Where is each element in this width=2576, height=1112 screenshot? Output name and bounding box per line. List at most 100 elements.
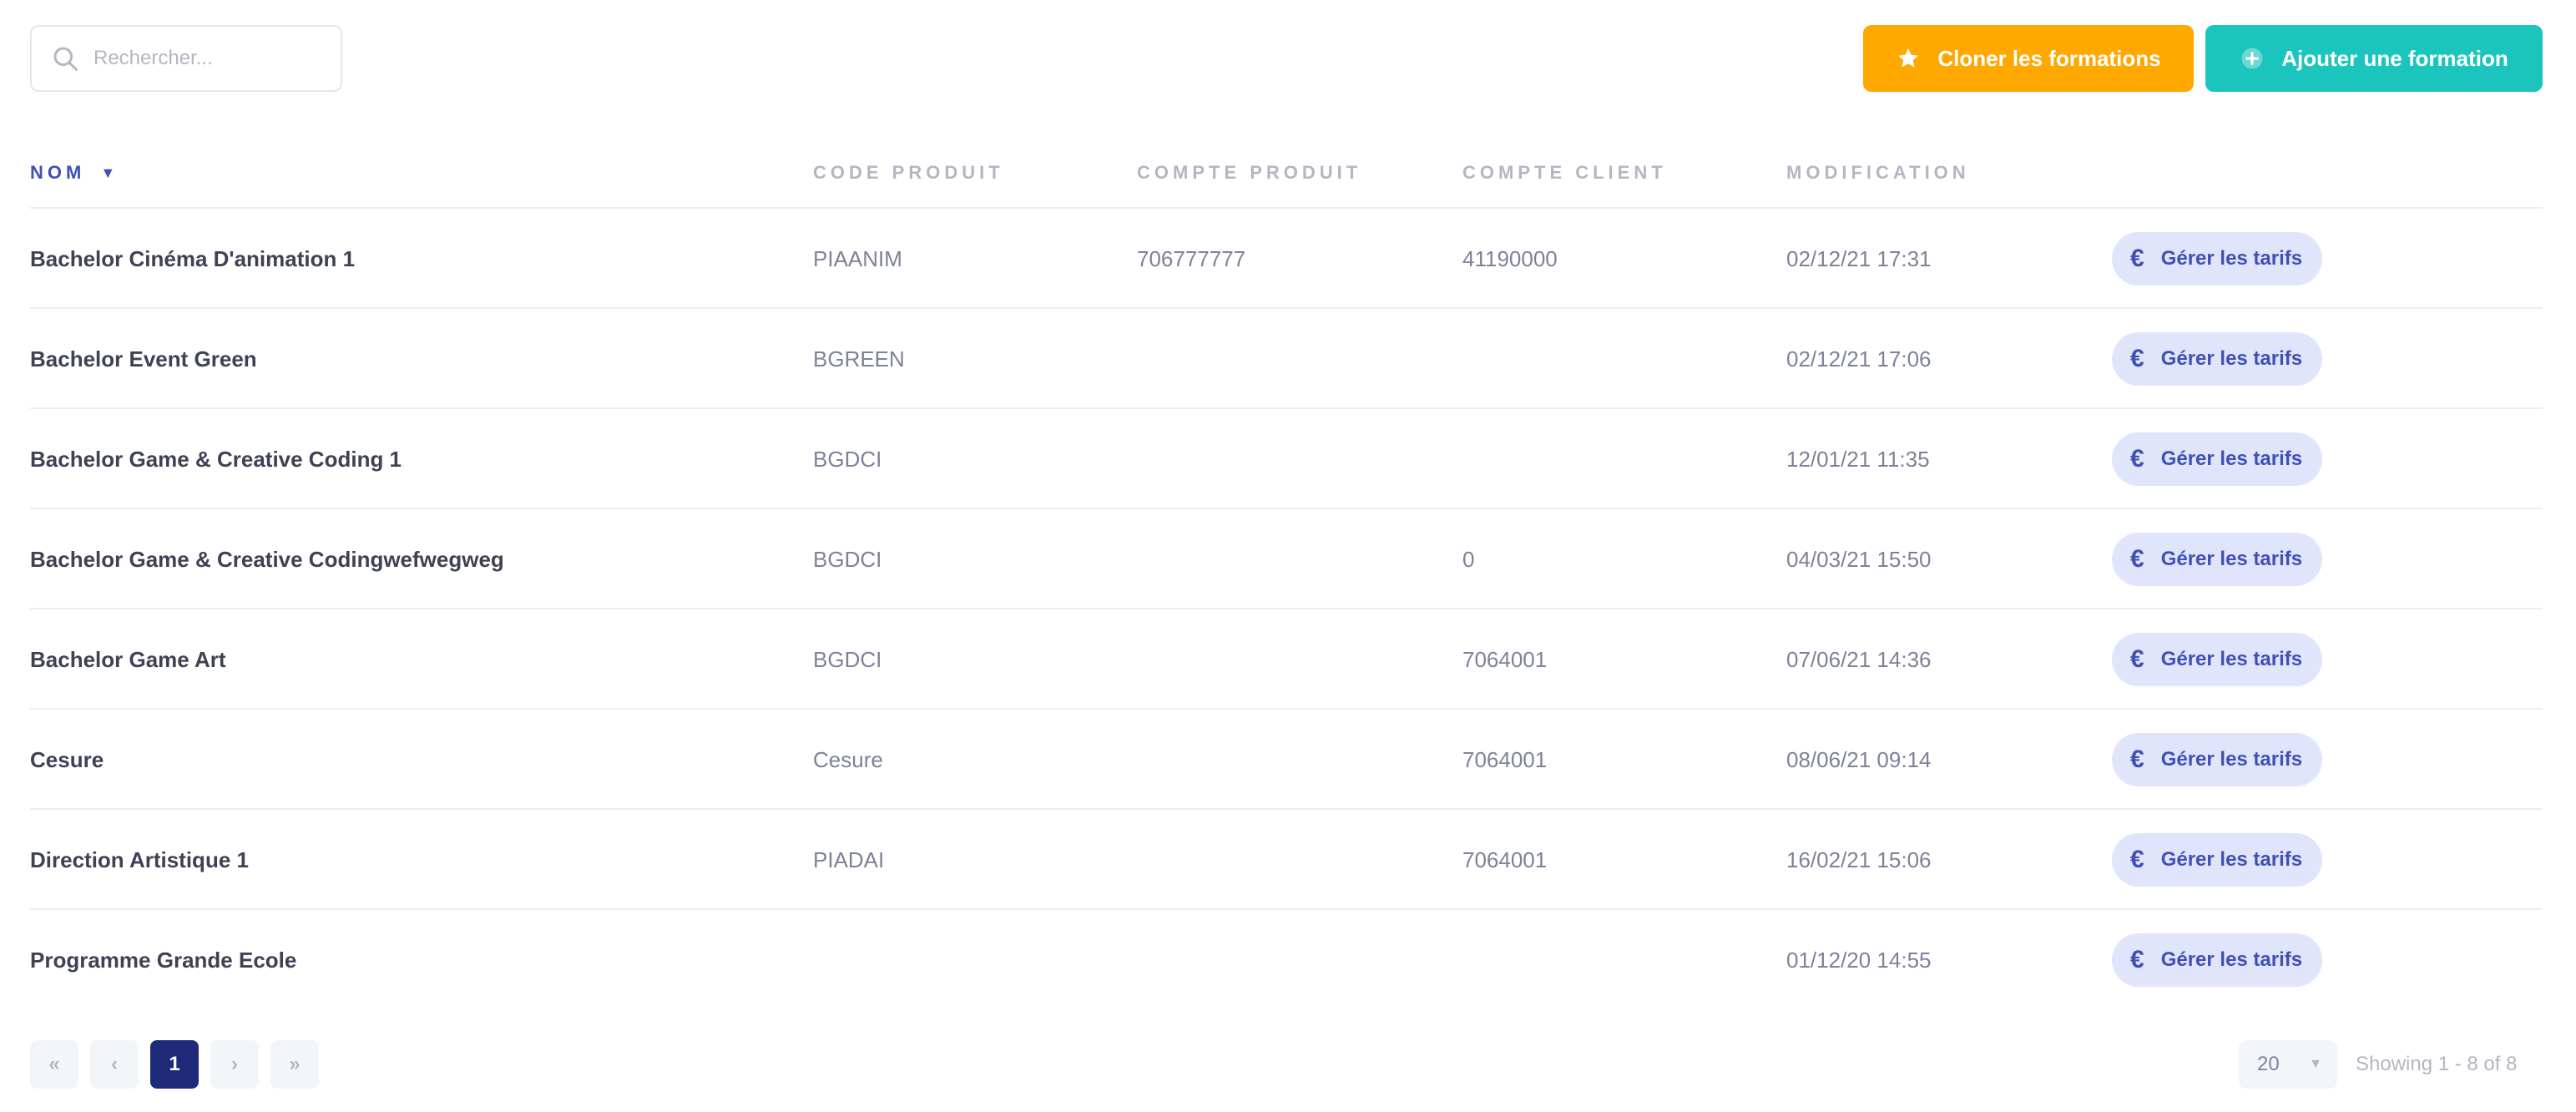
pagination: « ‹ 1 › »	[30, 1040, 319, 1089]
clone-formations-button[interactable]: Cloner les formations	[1863, 25, 2194, 92]
table-row: Bachelor Event Green BGREEN 02/12/21 17:…	[30, 309, 2543, 409]
clone-formations-label: Cloner les formations	[1937, 45, 2161, 71]
table-header: NOM ▼ CODE PRODUIT COMPTE PRODUIT COMPTE…	[30, 142, 2543, 209]
cell-actions: € Gérer les tarifs	[2112, 810, 2323, 910]
table-row: Bachelor Cinéma D'animation 1 PIAANIM 70…	[30, 209, 2543, 309]
euro-icon: €	[2130, 545, 2144, 573]
next-page-button[interactable]: ›	[210, 1040, 259, 1089]
first-page-button[interactable]: «	[30, 1040, 78, 1089]
euro-icon: €	[2130, 746, 2144, 773]
euro-icon: €	[2130, 245, 2144, 272]
cell-actions: € Gérer les tarifs	[2112, 710, 2323, 810]
table-row: Bachelor Game & Creative Codingwefwegweg…	[30, 509, 2543, 609]
column-header-compte-client[interactable]: COMPTE CLIENT	[1462, 162, 1667, 184]
cell-nom: Cesure	[30, 746, 104, 772]
cell-code-produit: Cesure	[813, 746, 883, 772]
cell-modification: 16/02/21 15:06	[1786, 847, 1932, 872]
manage-tariffs-button[interactable]: € Gérer les tarifs	[2112, 533, 2323, 586]
cell-modification: 02/12/21 17:31	[1786, 245, 1932, 271]
column-label: COMPTE PRODUIT	[1137, 162, 1362, 183]
column-header-compte-produit[interactable]: COMPTE PRODUIT	[1137, 162, 1361, 184]
per-page-value: 20	[2257, 1053, 2280, 1075]
cell-nom: Bachelor Game & Creative Coding 1	[30, 446, 402, 472]
cell-actions: € Gérer les tarifs	[2112, 309, 2323, 409]
manage-tariffs-button[interactable]: € Gérer les tarifs	[2112, 633, 2323, 686]
table-row: Direction Artistique 1 PIADAI 7064001 16…	[30, 810, 2543, 910]
page-button-current[interactable]: 1	[150, 1040, 199, 1089]
cell-modification: 07/06/21 14:36	[1786, 646, 1932, 672]
cell-nom: Direction Artistique 1	[30, 847, 249, 872]
cell-modification: 02/12/21 17:06	[1786, 346, 1932, 372]
formations-page: Cloner les formations Ajouter une format…	[0, 0, 2576, 1112]
cell-modification: 01/12/20 14:55	[1786, 947, 1932, 973]
euro-icon: €	[2130, 846, 2144, 873]
cell-modification: 08/06/21 09:14	[1786, 746, 1932, 772]
cell-code-produit: PIAANIM	[813, 245, 902, 271]
manage-tariffs-label: Gérer les tarifs	[2160, 748, 2303, 771]
previous-page-button[interactable]: ‹	[90, 1040, 139, 1089]
cell-actions: € Gérer les tarifs	[2112, 609, 2323, 710]
euro-icon: €	[2130, 645, 2144, 673]
search-icon	[53, 47, 78, 71]
manage-tariffs-button[interactable]: € Gérer les tarifs	[2112, 733, 2323, 786]
column-label: COMPTE CLIENT	[1462, 162, 1667, 183]
cell-nom: Bachelor Game & Creative Codingwefwegweg	[30, 546, 504, 572]
cell-nom: Bachelor Cinéma D'animation 1	[30, 245, 356, 271]
manage-tariffs-button[interactable]: € Gérer les tarifs	[2112, 332, 2323, 386]
column-label: NOM	[30, 162, 86, 183]
euro-icon: €	[2130, 445, 2144, 473]
euro-icon: €	[2130, 946, 2144, 973]
cell-code-produit: BGDCI	[813, 646, 882, 672]
manage-tariffs-label: Gérer les tarifs	[2160, 347, 2303, 370]
cell-actions: € Gérer les tarifs	[2112, 509, 2323, 609]
manage-tariffs-button[interactable]: € Gérer les tarifs	[2112, 933, 2323, 987]
cell-modification: 04/03/21 15:50	[1786, 546, 1932, 572]
search-input[interactable]	[93, 47, 319, 70]
formations-table: NOM ▼ CODE PRODUIT COMPTE PRODUIT COMPTE…	[30, 142, 2543, 1010]
manage-tariffs-label: Gérer les tarifs	[2160, 848, 2303, 871]
search-box[interactable]	[30, 25, 342, 92]
per-page-select[interactable]: 20 ▼	[2239, 1040, 2337, 1089]
cell-actions: € Gérer les tarifs	[2112, 910, 2323, 1010]
manage-tariffs-button[interactable]: € Gérer les tarifs	[2112, 432, 2323, 486]
table-row: Programme Grande Ecole 01/12/20 14:55 € …	[30, 910, 2543, 1010]
cell-code-produit: BGDCI	[813, 546, 882, 572]
last-page-button[interactable]: »	[270, 1040, 319, 1089]
cell-code-produit: BGDCI	[813, 446, 882, 472]
manage-tariffs-button[interactable]: € Gérer les tarifs	[2112, 833, 2323, 887]
cell-compte-client: 7064001	[1462, 646, 1548, 672]
star-icon	[1898, 48, 1919, 68]
table-row: Bachelor Game & Creative Coding 1 BGDCI …	[30, 409, 2543, 509]
cell-modification: 12/01/21 11:35	[1786, 446, 1930, 472]
pagination-summary: Showing 1 - 8 of 8	[2356, 1053, 2518, 1075]
cell-compte-produit: 706777777	[1137, 245, 1246, 271]
cell-code-produit: PIADAI	[813, 847, 885, 872]
cell-compte-client: 7064001	[1462, 847, 1548, 872]
cell-actions: € Gérer les tarifs	[2112, 409, 2323, 509]
cell-nom: Programme Grande Ecole	[30, 947, 297, 973]
column-header-nom[interactable]: NOM ▼	[30, 162, 115, 184]
plus-circle-icon	[2241, 48, 2263, 69]
cell-code-produit: BGREEN	[813, 346, 905, 372]
manage-tariffs-label: Gérer les tarifs	[2160, 447, 2303, 470]
table-body: Bachelor Cinéma D'animation 1 PIAANIM 70…	[30, 209, 2543, 1010]
cell-compte-client: 41190000	[1462, 245, 1558, 271]
manage-tariffs-button[interactable]: € Gérer les tarifs	[2112, 232, 2323, 286]
cell-compte-client: 0	[1462, 546, 1475, 572]
column-label: CODE PRODUIT	[813, 162, 1004, 183]
table-row: Bachelor Game Art BGDCI 7064001 07/06/21…	[30, 609, 2543, 710]
cell-nom: Bachelor Game Art	[30, 646, 226, 672]
caret-down-icon: ▼	[100, 164, 116, 181]
column-header-modification[interactable]: MODIFICATION	[1786, 162, 1970, 184]
add-formation-label: Ajouter une formation	[2281, 45, 2508, 71]
manage-tariffs-label: Gérer les tarifs	[2160, 247, 2303, 270]
cell-actions: € Gérer les tarifs	[2112, 209, 2323, 309]
column-label: MODIFICATION	[1786, 162, 1970, 183]
manage-tariffs-label: Gérer les tarifs	[2160, 648, 2303, 670]
manage-tariffs-label: Gérer les tarifs	[2160, 948, 2303, 971]
chevron-down-icon: ▼	[2309, 1057, 2322, 1071]
cell-compte-client: 7064001	[1462, 746, 1548, 772]
cell-nom: Bachelor Event Green	[30, 346, 257, 372]
column-header-code-produit[interactable]: CODE PRODUIT	[813, 162, 1004, 184]
add-formation-button[interactable]: Ajouter une formation	[2205, 25, 2543, 92]
